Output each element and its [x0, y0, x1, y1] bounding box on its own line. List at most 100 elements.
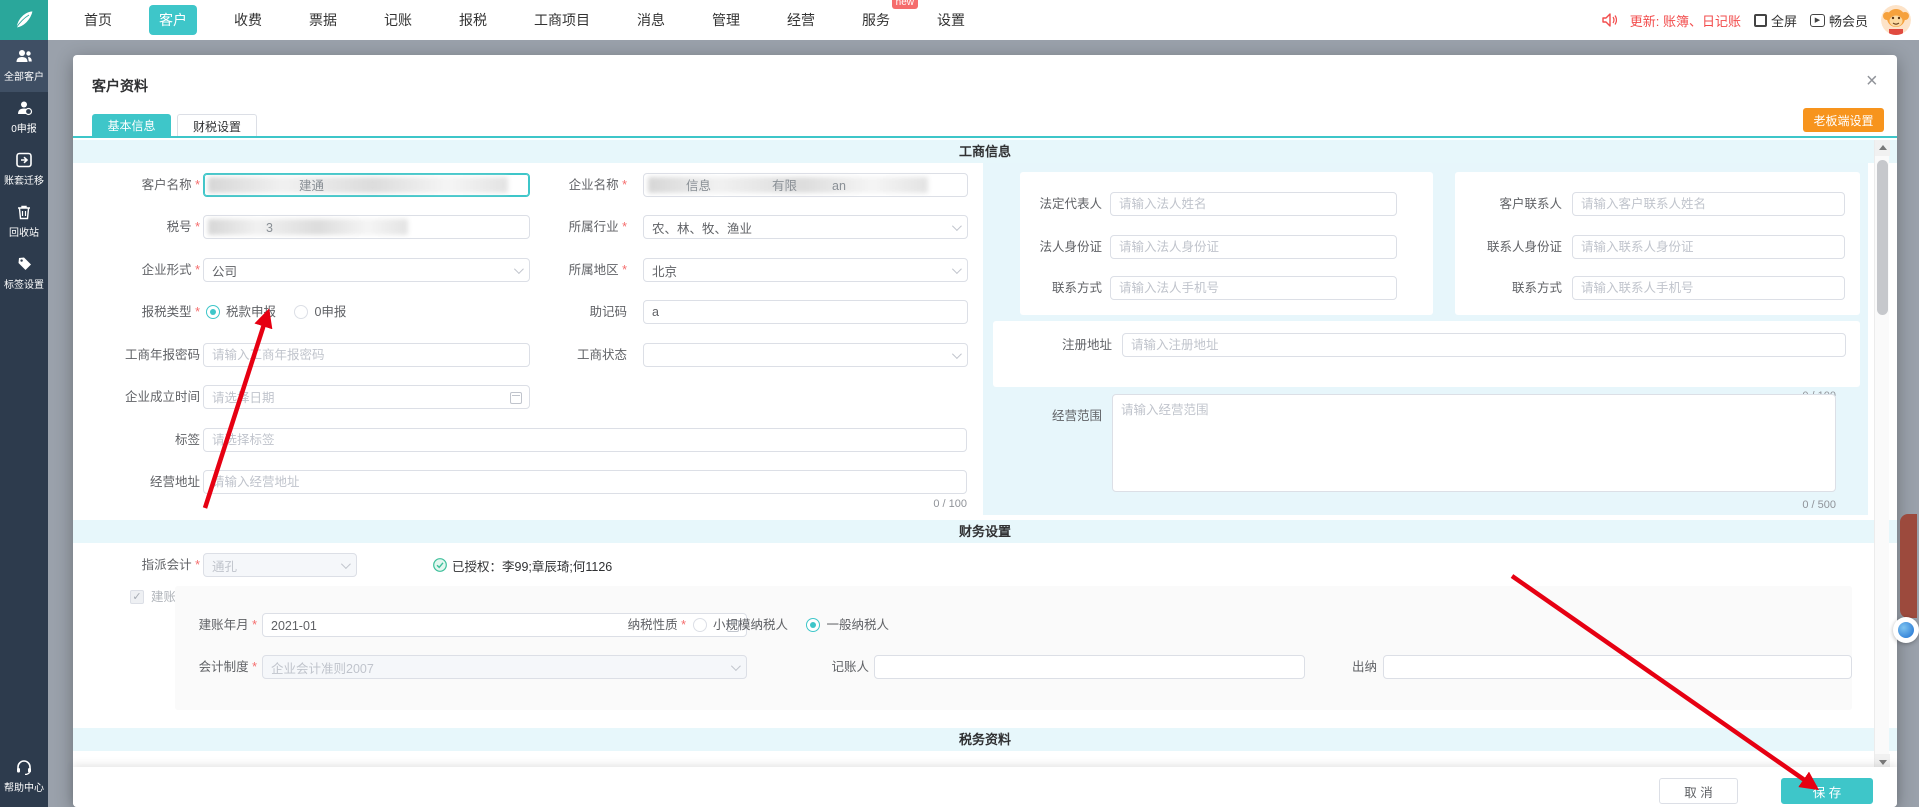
tab-basic-info[interactable]: 基本信息 [92, 114, 171, 138]
field-label: 法人身份证 [1020, 235, 1102, 259]
established-date-input[interactable]: 请选择日期 [203, 385, 530, 409]
filing-type-radio-group: 税款申报 0申报 [206, 300, 360, 324]
contact-name-input[interactable] [1572, 192, 1845, 216]
field-label: 标签 [73, 428, 200, 452]
nav-management[interactable]: 管理 [702, 5, 750, 35]
nav-messages[interactable]: 消息 [627, 5, 675, 35]
nav-services[interactable]: 服务new [852, 5, 900, 35]
radio-zero-filing[interactable] [294, 305, 308, 319]
business-address-input[interactable] [203, 470, 967, 494]
cancel-button[interactable]: 取 消 [1659, 778, 1738, 804]
annual-report-pwd-input[interactable] [203, 343, 530, 367]
users-icon [15, 48, 33, 64]
section-finance-settings: 财务设置 [73, 520, 1897, 543]
company-name-input[interactable]: 信息 有限 an [643, 173, 968, 197]
save-button[interactable]: 保 存 [1781, 778, 1873, 804]
radio-label[interactable]: 税款申报 [226, 305, 276, 319]
sidebar-item-account-migration[interactable]: 账套迁移 [0, 144, 48, 196]
sidebar-item-label: 标签设置 [4, 276, 44, 291]
region-select[interactable]: 北京 [643, 258, 968, 282]
side-float-widget[interactable] [1900, 514, 1917, 618]
nav-business-projects[interactable]: 工商项目 [524, 5, 600, 35]
sidebar-item-tag-settings[interactable]: 标签设置 [0, 248, 48, 300]
sidebar-item-recycle-bin[interactable]: 回收站 [0, 196, 48, 248]
company-type-select[interactable]: 公司 [203, 258, 530, 282]
legal-id-input[interactable] [1110, 235, 1397, 259]
authorized-status: 已授权：李99;章辰琦;何1126 [433, 553, 612, 577]
field-label: 所属行业 [503, 215, 627, 239]
sidebar-item-all-customers[interactable]: 全部客户 [0, 40, 48, 92]
radio-tax-filing[interactable] [206, 305, 220, 319]
app-logo[interactable] [0, 0, 48, 40]
mnemonic-input[interactable] [643, 300, 968, 324]
field-label: 会计制度 [133, 655, 257, 679]
tags-input[interactable] [203, 428, 967, 452]
tab-underline [73, 136, 1897, 138]
setup-account-checkbox[interactable] [130, 590, 144, 604]
field-label: 记账人 [813, 655, 869, 679]
sidebar-item-help-center[interactable]: 帮助中心 [0, 751, 48, 803]
boss-settings-button[interactable]: 老板端设置 [1803, 108, 1884, 132]
legal-phone-input[interactable] [1110, 276, 1397, 300]
sidebar-item-zero-filing[interactable]: 0申报 [0, 92, 48, 144]
member-label: 畅会员 [1829, 11, 1868, 30]
sidebar-item-label: 帮助中心 [4, 779, 44, 794]
select-value: 通孔 [212, 556, 237, 575]
nav-home[interactable]: 首页 [74, 5, 122, 35]
cashier-input[interactable] [1383, 655, 1852, 679]
monkey-avatar-icon [1881, 5, 1911, 35]
user-avatar[interactable] [1881, 5, 1911, 35]
nav-invoices[interactable]: 票据 [299, 5, 347, 35]
fullscreen-label: 全屏 [1771, 11, 1797, 30]
side-float-badge[interactable] [1893, 617, 1919, 643]
legal-name-input[interactable] [1110, 192, 1397, 216]
radio-label[interactable]: 小规模纳税人 [713, 618, 788, 632]
reg-address-input[interactable] [1122, 333, 1846, 357]
field-label: 联系方式 [1455, 276, 1562, 300]
accounting-standard-select[interactable]: 企业会计准则2007 [262, 655, 747, 679]
modal-scrollbar[interactable] [1874, 140, 1889, 770]
tax-no-input[interactable]: 3 [203, 215, 530, 239]
speaker-icon [1602, 13, 1617, 27]
sidebar-item-label: 账套迁移 [4, 172, 44, 187]
biz-status-select[interactable] [643, 343, 968, 367]
nav-tax-filing[interactable]: 报税 [449, 5, 497, 35]
input-value: 2021-01 [271, 614, 317, 638]
customer-name-input[interactable]: 建通 [203, 173, 530, 197]
industry-select[interactable]: 农、林、牧、渔业 [643, 215, 968, 239]
sidebar-item-label: 0申报 [11, 120, 37, 135]
tab-finance-tax-settings[interactable]: 财税设置 [177, 114, 257, 138]
radio-general-taxpayer[interactable] [806, 618, 820, 632]
check-circle-icon [433, 558, 447, 572]
field-label: 纳税性质 [563, 613, 686, 637]
redacted-fragment: an [832, 174, 846, 198]
nav-operations[interactable]: 经营 [777, 5, 825, 35]
fullscreen-button[interactable]: 全屏 [1754, 11, 1797, 30]
nav-settings[interactable]: 设置 [927, 5, 975, 35]
redacted-fragment: 3 [266, 216, 273, 240]
member-button[interactable]: ▶畅会员 [1810, 11, 1868, 30]
field-label: 企业名称 [503, 173, 627, 197]
select-value: 北京 [652, 261, 677, 280]
topbar: 首页 客户 收费 票据 记账 报税 工商项目 消息 管理 经营 服务new 设置… [0, 0, 1919, 40]
triangle-down-icon [1879, 760, 1887, 765]
nav-bookkeeping[interactable]: 记账 [374, 5, 422, 35]
radio-label[interactable]: 0申报 [314, 305, 346, 319]
authorized-text: 已授权：李99;章辰琦;何1126 [452, 556, 612, 575]
business-address-counter: 0 / 100 [767, 498, 967, 510]
update-notice[interactable]: 更新: 账簿、日记账 [1630, 11, 1741, 30]
redacted-fragment: 有限 [772, 174, 797, 198]
contact-phone-input[interactable] [1572, 276, 1845, 300]
radio-label[interactable]: 一般纳税人 [826, 618, 889, 632]
person-report-icon [15, 100, 33, 116]
scroll-up-button[interactable] [1875, 140, 1890, 156]
nav-fees[interactable]: 收费 [224, 5, 272, 35]
business-scope-textarea[interactable] [1112, 394, 1836, 492]
accountant-select[interactable]: 通孔 [203, 553, 357, 577]
close-icon[interactable]: × [1866, 71, 1878, 91]
nav-customers[interactable]: 客户 [149, 5, 197, 35]
scrollbar-thumb[interactable] [1877, 160, 1888, 315]
bookkeeper-input[interactable] [874, 655, 1305, 679]
radio-small-scale-taxpayer[interactable] [693, 618, 707, 632]
contact-id-input[interactable] [1572, 235, 1845, 259]
